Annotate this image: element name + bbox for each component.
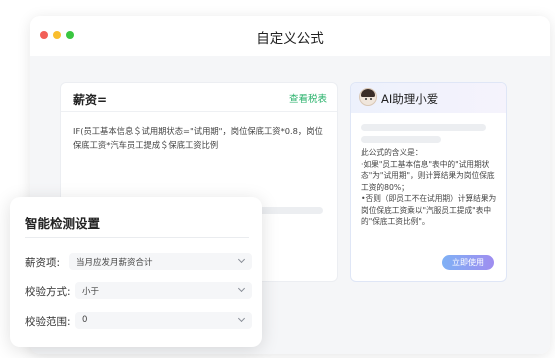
placeholder-line [361, 136, 441, 143]
chevron-down-icon [237, 314, 246, 323]
chevron-down-icon [237, 284, 246, 293]
ai-explanation-line: 此公式的含义是： [361, 148, 423, 157]
formula-card-header: 薪资= 查看税表 [61, 83, 337, 112]
ai-avatar-icon [359, 88, 377, 106]
check-method-value: 小于 [82, 287, 100, 297]
ai-assistant-card: AI助理小爱 此公式的含义是： ·如果"员工基本信息"表中的"试用期状态"为"试… [350, 82, 507, 282]
check-range-select[interactable]: 0 [75, 312, 252, 329]
use-now-button[interactable]: 立即使用 [442, 255, 494, 270]
ai-explanation: 此公式的含义是： ·如果"员工基本信息"表中的"试用期状态"为"试用期"，则计算… [361, 147, 501, 228]
chevron-down-icon [237, 255, 246, 264]
ai-explanation-line: •否则（即员工不在试用期）计算结果为岗位保底工资乘以"汽服员工提成"表中的"保底… [361, 194, 497, 226]
title-bar: 自定义公式 [30, 16, 550, 56]
ai-assistant-name: AI助理小爱 [381, 92, 439, 106]
window-title: 自定义公式 [256, 31, 324, 47]
check-method-select[interactable]: 小于 [75, 282, 252, 299]
salary-item-select[interactable]: 当月应发月薪资合计 [69, 253, 252, 270]
salary-item-label: 薪资项: [25, 257, 61, 269]
check-range-label: 校验范围: [25, 316, 71, 328]
check-range-value: 0 [82, 315, 88, 325]
ai-assistant-header: AI助理小爱 [351, 83, 506, 113]
smart-check-settings-panel: 智能检测设置 薪资项: 当月应发月薪资合计 校验方式: 小于 校验范围: 0 [10, 197, 262, 347]
formula-editor[interactable]: IF(员工基本信息＄试用期状态="试用期"，岗位保底工资*0.8，岗位保底工资*… [73, 124, 329, 152]
ai-explanation-line: ·如果"员工基本信息"表中的"试用期状态"为"试用期"，则计算结果为岗位保底工资… [361, 159, 495, 192]
divider [25, 237, 249, 238]
view-tax-table-link[interactable]: 查看税表 [289, 91, 327, 105]
check-method-label: 校验方式: [25, 286, 71, 298]
salary-item-value: 当月应发月薪资合计 [76, 258, 153, 268]
settings-title: 智能检测设置 [25, 216, 101, 231]
formula-title: 薪资= [73, 93, 108, 107]
placeholder-line [361, 124, 486, 131]
